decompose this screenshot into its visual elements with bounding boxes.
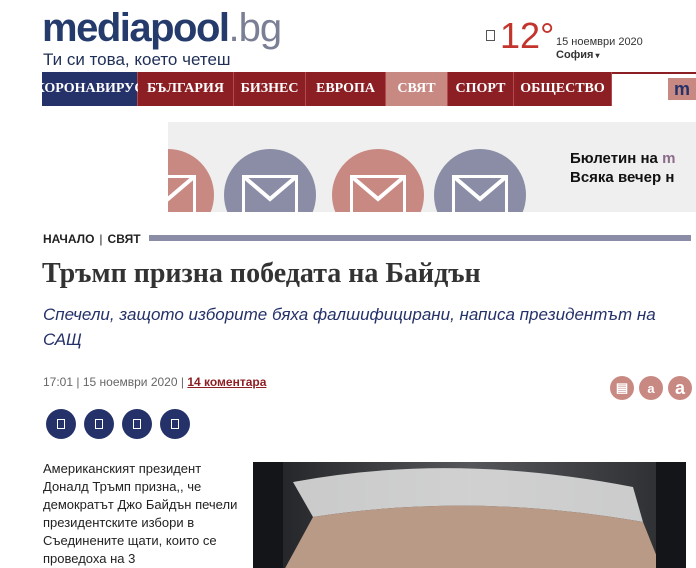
- main-nav: КОРОНАВИРУС БЪЛГАРИЯ БИЗНЕС ЕВРОПА СВЯТ …: [35, 72, 612, 106]
- share-buttons: [46, 409, 190, 439]
- banner-line1: Бюлетин на: [570, 150, 663, 167]
- facebook-share-icon[interactable]: [46, 409, 76, 439]
- article-subtitle: Спечели, защото изборите бяха фалшифицир…: [43, 305, 656, 349]
- nav-item-coronavirus[interactable]: КОРОНАВИРУС: [35, 72, 144, 106]
- site-logo[interactable]: mediapool.bg: [42, 6, 283, 50]
- article-lead: Американският президент Доналд Тръмп при…: [43, 461, 238, 566]
- print-icon[interactable]: ▤: [610, 376, 634, 400]
- weather-icon: [486, 30, 495, 41]
- twitter-share-icon[interactable]: [84, 409, 114, 439]
- breadcrumb-divider: [149, 235, 691, 241]
- article-tools: ▤ a a: [610, 376, 692, 400]
- logo-main: mediapool: [42, 6, 230, 50]
- nav-item-business[interactable]: БИЗНЕС: [234, 72, 306, 106]
- nav-item-europe[interactable]: ЕВРОПА: [306, 72, 386, 106]
- nav-item-world[interactable]: СВЯТ: [386, 72, 448, 106]
- envelope-icon: [224, 149, 316, 212]
- banner-accent: m: [662, 150, 676, 167]
- font-larger-icon[interactable]: a: [668, 376, 692, 400]
- envelope-icon: [434, 149, 526, 212]
- breadcrumb-home[interactable]: НАЧАЛО: [43, 232, 94, 246]
- city-name: София: [556, 49, 594, 61]
- breadcrumb: НАЧАЛО | СВЯТ: [43, 232, 141, 246]
- article-meta: 17:01 | 15 ноември 2020 | 14 коментара: [43, 375, 266, 389]
- envelope-icon: [168, 149, 214, 212]
- email-share-icon[interactable]: [160, 409, 190, 439]
- photo-illustration: [253, 462, 686, 568]
- nav-item-bulgaria[interactable]: БЪЛГАРИЯ: [138, 72, 234, 106]
- article-time: 17:01: [43, 375, 74, 389]
- nav-item-more[interactable]: m: [668, 78, 696, 100]
- font-smaller-icon[interactable]: a: [639, 376, 663, 400]
- nav-item-sport[interactable]: СПОРТ: [448, 72, 514, 106]
- newsletter-banner[interactable]: Бюлетин на m Всяка вечер н: [168, 122, 696, 212]
- linkedin-share-icon[interactable]: [122, 409, 152, 439]
- breadcrumb-separator: |: [99, 232, 103, 246]
- banner-text: Бюлетин на m Всяка вечер н: [570, 149, 675, 187]
- envelope-icon: [332, 149, 424, 212]
- logo-tld: .bg: [228, 6, 283, 50]
- meta-separator: |: [180, 375, 184, 389]
- header-date: 15 ноември 2020: [556, 36, 643, 48]
- chevron-down-icon: ▾: [595, 51, 600, 60]
- site-slogan: Ти си това, което четеш: [43, 50, 231, 69]
- banner-line2: Всяка вечер н: [570, 169, 675, 186]
- nav-item-society[interactable]: ОБЩЕСТВО: [514, 72, 612, 106]
- article-photo[interactable]: [253, 462, 686, 568]
- city-selector[interactable]: София ▾: [556, 49, 599, 61]
- breadcrumb-section[interactable]: СВЯТ: [108, 232, 141, 246]
- comments-link[interactable]: 14 коментара: [187, 375, 266, 389]
- article-date: 15 ноември 2020: [82, 375, 178, 389]
- weather-temperature: 12°: [500, 15, 555, 56]
- meta-separator: |: [76, 375, 80, 389]
- article-title: Тръмп призна победата на Байдън: [42, 258, 481, 289]
